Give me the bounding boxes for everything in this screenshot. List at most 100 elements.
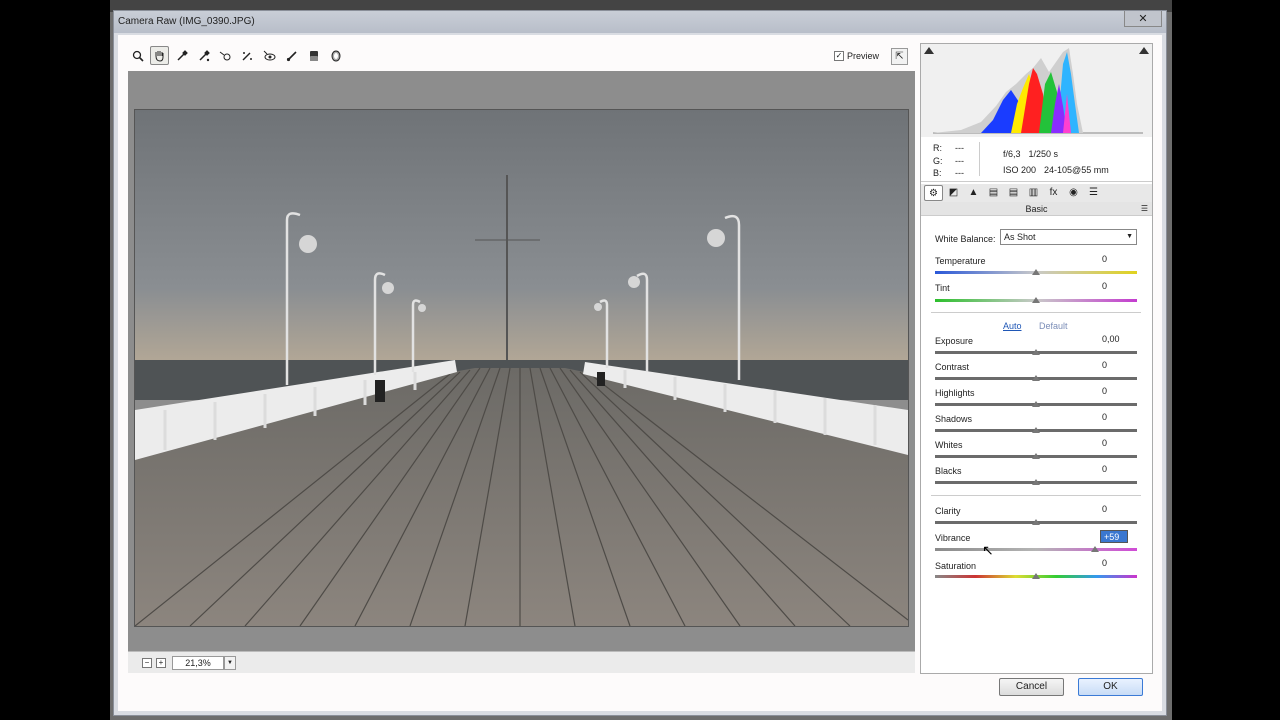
toolbar — [128, 46, 345, 68]
shadows-label: Shadows — [935, 414, 973, 424]
white-balance-value: As Shot — [1004, 232, 1036, 242]
preview-toggle[interactable]: ✓ Preview — [834, 51, 879, 61]
temperature-value[interactable]: 0 — [1099, 253, 1135, 266]
aperture: f/6,3 — [1003, 149, 1021, 159]
contrast-label: Contrast — [935, 362, 970, 372]
image-preview-area[interactable] — [128, 71, 915, 651]
blacks-slider-thumb[interactable] — [1032, 479, 1040, 485]
temperature-label: Temperature — [935, 256, 986, 266]
white-balance-tool-icon[interactable] — [172, 46, 191, 65]
zoom-tool-icon[interactable] — [128, 46, 147, 65]
shutter-speed: 1/250 s — [1028, 149, 1059, 159]
vibrance-value[interactable]: +59 — [1100, 530, 1128, 543]
vibrance-label: Vibrance — [935, 533, 971, 543]
clarity-label: Clarity — [935, 506, 961, 516]
window-title: Camera Raw (IMG_0390.JPG) — [118, 16, 255, 27]
tab-tone-curve-icon[interactable]: ◩ — [944, 185, 963, 201]
adjustments-panel: R: G: B: --- --- --- f/6,3 1/250 s ISO 20… — [920, 43, 1153, 674]
whites-slider-thumb[interactable] — [1032, 453, 1040, 459]
exposure-label: Exposure — [935, 336, 974, 346]
tab-presets-icon[interactable]: ☰ — [1084, 185, 1103, 201]
r-value: --- — [955, 143, 964, 153]
highlights-value[interactable]: 0 — [1099, 385, 1135, 398]
temperature-slider-thumb[interactable] — [1032, 269, 1040, 275]
b-label: B: — [933, 168, 942, 178]
rgb-labels: R: G: B: — [933, 142, 943, 180]
info-divider — [979, 142, 980, 176]
color-sampler-tool-icon[interactable] — [194, 46, 213, 65]
shadows-value[interactable]: 0 — [1099, 411, 1135, 424]
graduated-filter-icon[interactable] — [304, 46, 323, 65]
close-icon: ✕ — [1138, 13, 1148, 25]
tint-label: Tint — [935, 283, 950, 293]
spot-removal-tool-icon[interactable] — [238, 46, 257, 65]
radial-filter-icon[interactable] — [326, 46, 345, 65]
zoom-dropdown-button[interactable]: ▼ — [224, 656, 236, 670]
whites-label: Whites — [935, 440, 963, 450]
exposure-slider-thumb[interactable] — [1032, 349, 1040, 355]
lens: 24-105@55 mm — [1044, 165, 1109, 175]
highlights-label: Highlights — [935, 388, 975, 398]
clarity-value[interactable]: 0 — [1099, 503, 1135, 516]
section-title-label: Basic — [1025, 204, 1048, 214]
zoom-level-field[interactable]: 21,3% — [172, 656, 224, 670]
close-button[interactable]: ✕ — [1124, 11, 1162, 27]
exif-info: f/6,3 1/250 s ISO 200 24-105@55 mm — [1003, 146, 1117, 178]
tint-slider-thumb[interactable] — [1032, 297, 1040, 303]
white-balance-label: White Balance: — [935, 234, 996, 244]
saturation-label: Saturation — [935, 561, 977, 571]
tab-split-toning-icon[interactable]: ▤ — [1004, 185, 1023, 201]
saturation-value[interactable]: 0 — [1099, 557, 1135, 570]
exposure-value[interactable]: 0,00 — [1099, 333, 1135, 346]
tint-value[interactable]: 0 — [1099, 280, 1135, 293]
tab-basic-icon[interactable]: ⚙ — [924, 185, 943, 201]
vibrance-slider-track[interactable] — [935, 548, 1137, 551]
fullscreen-button[interactable]: ⇱ — [891, 48, 908, 65]
white-balance-select[interactable]: As Shot ▼ — [1000, 229, 1137, 245]
tab-lens-corrections-icon[interactable]: ▥ — [1024, 185, 1043, 201]
tab-effects-icon[interactable]: fx — [1044, 185, 1063, 201]
camera-raw-dialog: Camera Raw (IMG_0390.JPG) ✕ ✓ Preview ⇱ — [113, 10, 1167, 716]
adjustment-brush-icon[interactable] — [282, 46, 301, 65]
b-value: --- — [955, 168, 964, 178]
photo-preview[interactable] — [134, 109, 909, 627]
preview-checkbox[interactable]: ✓ — [834, 51, 844, 61]
saturation-slider-thumb[interactable] — [1032, 573, 1040, 579]
cancel-button[interactable]: Cancel — [999, 678, 1064, 696]
highlights-slider-thumb[interactable] — [1032, 401, 1040, 407]
red-eye-tool-icon[interactable] — [260, 46, 279, 65]
r-label: R: — [933, 143, 942, 153]
vibrance-slider-thumb[interactable] — [1091, 546, 1099, 552]
tab-hsl-icon[interactable]: ▤ — [984, 185, 1003, 201]
zoom-bar: − + 21,3% ▼ — [128, 651, 915, 673]
tab-camera-calibration-icon[interactable]: ◉ — [1064, 185, 1083, 201]
divider — [931, 312, 1141, 313]
mouse-cursor-icon: ↖ — [982, 542, 994, 558]
histogram — [921, 44, 1152, 137]
divider — [931, 495, 1141, 496]
fullscreen-icon: ⇱ — [895, 51, 904, 62]
zoom-out-button[interactable]: − — [142, 658, 152, 668]
title-bar[interactable]: Camera Raw (IMG_0390.JPG) ✕ — [114, 11, 1166, 33]
ok-button[interactable]: OK — [1078, 678, 1143, 696]
tab-detail-icon[interactable]: ▲ — [964, 185, 983, 201]
contrast-slider-thumb[interactable] — [1032, 375, 1040, 381]
chevron-down-icon: ▼ — [1126, 233, 1133, 240]
rgb-values: --- --- --- — [955, 142, 964, 180]
zoom-in-button[interactable]: + — [156, 658, 166, 668]
targeted-adjustment-tool-icon[interactable] — [216, 46, 235, 65]
shadows-slider-thumb[interactable] — [1032, 427, 1040, 433]
blacks-label: Blacks — [935, 466, 962, 476]
section-title: Basic ☰ — [921, 202, 1152, 216]
panel-tabs: ⚙ ◩ ▲ ▤ ▤ ▥ fx ◉ ☰ — [921, 184, 1152, 202]
whites-value[interactable]: 0 — [1099, 437, 1135, 450]
blacks-value[interactable]: 0 — [1099, 463, 1135, 476]
hand-tool-icon[interactable] — [150, 46, 169, 65]
default-link[interactable]: Default — [1039, 321, 1068, 331]
g-label: G: — [933, 155, 943, 166]
clarity-slider-thumb[interactable] — [1032, 519, 1040, 525]
panel-menu-icon[interactable]: ☰ — [1141, 202, 1148, 216]
contrast-value[interactable]: 0 — [1099, 359, 1135, 372]
preview-label: Preview — [847, 51, 880, 61]
auto-link[interactable]: Auto — [1003, 321, 1022, 331]
